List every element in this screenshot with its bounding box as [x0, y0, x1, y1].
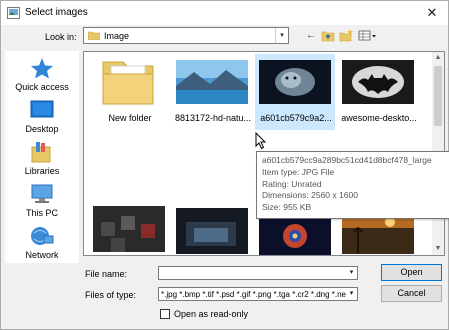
file-item-image[interactable] — [89, 202, 169, 255]
chevron-down-icon[interactable]: ▾ — [275, 28, 288, 43]
leopard-thumbnail — [259, 60, 331, 104]
new-folder-icon[interactable] — [339, 28, 353, 43]
file-item-image[interactable] — [172, 204, 252, 255]
mouse-cursor-icon — [255, 132, 267, 150]
file-type-select[interactable]: *.jpg *.bmp *.tif *.psd *.gif *.png *.tg… — [158, 287, 358, 301]
place-label: Desktop — [25, 124, 59, 134]
cubes-thumbnail — [93, 206, 165, 252]
file-info-tooltip: a601cb579cc9a289bc51cd41d8bcf478_large I… — [256, 151, 449, 219]
desktop-icon — [30, 100, 54, 118]
up-folder-icon[interactable] — [321, 28, 335, 43]
tooltip-dimensions: Dimensions: 2560 x 1600 — [262, 190, 358, 201]
file-type-value: *.jpg *.bmp *.tif *.psd *.gif *.png *.tg… — [161, 290, 358, 299]
window-title: Select images — [25, 7, 88, 18]
cancel-button[interactable]: Cancel — [381, 285, 442, 302]
place-this-pc[interactable]: This PC — [5, 183, 79, 218]
tooltip-filename: a601cb579cc9a289bc51cd41d8bcf478_large — [262, 155, 432, 165]
read-only-checkbox[interactable] — [160, 309, 170, 319]
scroll-thumb[interactable] — [434, 66, 442, 126]
tooltip-item-type: Item type: JPG File — [262, 166, 335, 177]
file-item-label: awesome-deskto... — [341, 113, 417, 123]
file-item-label: New folder — [108, 113, 152, 123]
place-label: Network — [25, 250, 59, 260]
file-name-label: File name: — [85, 269, 128, 279]
close-icon[interactable]: ✕ — [422, 4, 442, 22]
computer-icon — [31, 184, 53, 203]
folder-icon — [88, 31, 100, 40]
scroll-up-icon[interactable]: ▲ — [432, 52, 444, 64]
back-arrow-icon[interactable]: ← — [304, 28, 318, 43]
open-button[interactable]: Open — [381, 264, 442, 281]
place-label: This PC — [25, 208, 58, 218]
places-bar: Quick access Desktop Libraries This PC N… — [5, 51, 79, 263]
read-only-label: Open as read-only — [174, 309, 249, 319]
place-network[interactable]: Network — [5, 225, 79, 260]
read-only-option[interactable]: Open as read-only — [160, 309, 260, 321]
app-icon — [7, 7, 20, 19]
file-type-label: Files of type: — [85, 290, 137, 300]
libraries-icon — [31, 142, 51, 163]
landscape-thumbnail — [176, 60, 248, 104]
place-quick-access[interactable]: Quick access — [5, 57, 79, 92]
look-in-value: Image — [104, 31, 130, 41]
file-item-label: 8813172-hd-natu... — [174, 113, 252, 123]
file-item-label: a601cb579c9a2... — [260, 113, 332, 123]
look-in-label: Look in: — [45, 32, 77, 42]
chevron-down-icon[interactable]: ▾ — [346, 267, 357, 279]
batman-thumbnail — [342, 60, 414, 104]
file-item-image[interactable]: 8813172-hd-natu... — [172, 56, 252, 128]
chevron-down-icon[interactable]: ▾ — [346, 288, 357, 300]
file-name-input[interactable]: ▾ — [158, 266, 358, 280]
file-item-image-selected[interactable]: a601cb579c9a2... — [255, 54, 335, 130]
network-icon — [31, 227, 54, 245]
select-images-dialog: Select images ✕ Look in: Image ▾ ← Quick… — [0, 0, 449, 330]
place-label: Quick access — [15, 82, 69, 92]
place-desktop[interactable]: Desktop — [5, 99, 79, 134]
place-libraries[interactable]: Libraries — [5, 141, 79, 176]
title-bar: Select images ✕ — [1, 1, 448, 25]
view-menu-icon[interactable] — [358, 28, 378, 43]
look-in-combo[interactable]: Image ▾ — [83, 27, 289, 44]
scroll-down-icon[interactable]: ▼ — [432, 243, 444, 255]
file-item-new-folder[interactable]: New folder — [89, 56, 169, 128]
tooltip-rating: Rating: Unrated — [262, 178, 322, 189]
file-item-image[interactable]: awesome-deskto... — [338, 56, 418, 128]
star-icon — [31, 58, 53, 79]
dark-scene-thumbnail — [176, 208, 248, 254]
tooltip-size: Size: 955 KB — [262, 202, 312, 213]
place-label: Libraries — [24, 166, 60, 176]
folder-icon — [102, 61, 154, 105]
